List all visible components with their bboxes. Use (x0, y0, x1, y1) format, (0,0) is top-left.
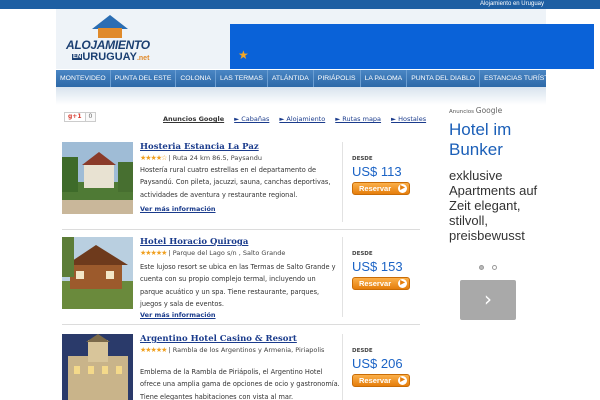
carousel-dot[interactable] (492, 265, 497, 270)
arrow-right-icon: ▶ (398, 376, 407, 385)
banner-ad[interactable]: ★ (230, 24, 594, 69)
reserve-button[interactable]: Reservar ▶ (352, 182, 410, 195)
listing-description: Este lujoso resort se ubica en las Terma… (140, 263, 336, 308)
star-icon: ★ (238, 48, 249, 62)
ad-label: Anuncios Google (449, 106, 503, 115)
listing-description: Emblema de la Rambla de Piriápolis, el A… (140, 368, 340, 400)
hotel-photo[interactable] (62, 142, 133, 214)
chevron-right-icon[interactable]: › (460, 280, 516, 320)
nav-item-atlantida[interactable]: ATLÁNTIDA (268, 70, 314, 87)
side-ad: Anuncios Google Hotel im Bunker exklusiv… (445, 105, 545, 400)
logo-line-2: ENURUGUAY.net (72, 51, 150, 63)
reserve-button[interactable]: Reservar ▶ (352, 374, 410, 387)
google-plus-count: 0 (88, 113, 93, 120)
top-bar: Alojamiento en Uruguay (0, 0, 600, 9)
ad-link-rutas-mapa[interactable]: ► Rutas mapa (335, 115, 381, 123)
listing-meta: ★★★★★ | Rambla de los Argentinos y Armen… (140, 346, 325, 354)
carousel-dots (479, 265, 497, 270)
rating-stars: ★★★★☆ (140, 154, 167, 162)
more-info-link[interactable]: Ver más información (140, 205, 216, 213)
price-from-label: DESDE (352, 156, 373, 162)
carousel-dot[interactable] (479, 265, 484, 270)
nav-item-las-termas[interactable]: LAS TERMAS (216, 70, 268, 87)
listing-card: Hotel Horacio Quiroga ★★★★★ | Parque del… (62, 237, 420, 325)
nav-item-colonia[interactable]: COLONIA (176, 70, 216, 87)
house-roof-icon (92, 15, 128, 29)
divider (342, 334, 343, 400)
arrow-right-icon: ▶ (398, 184, 407, 193)
hotel-photo[interactable] (62, 237, 133, 309)
nav-item-punta-del-este[interactable]: PUNTA DEL ESTE (111, 70, 177, 87)
header: ALOJAMIENTO ENURUGUAY.net ★ (56, 9, 594, 69)
divider (342, 237, 343, 317)
house-body-icon (98, 28, 122, 38)
top-bar-text[interactable]: Alojamiento en Uruguay (480, 1, 544, 7)
listing-title[interactable]: Argentino Hotel Casino & Resort (140, 334, 297, 344)
main-nav: MONTEVIDEO PUNTA DEL ESTE COLONIA LAS TE… (56, 70, 564, 87)
nav-item-la-paloma[interactable]: LA PALOMA (361, 70, 408, 87)
hotel-photo[interactable] (62, 334, 133, 400)
ad-headline[interactable]: Hotel im Bunker (449, 120, 544, 160)
logo-line-1: ALOJAMIENTO (66, 38, 150, 52)
site-logo[interactable]: ALOJAMIENTO ENURUGUAY.net (60, 13, 175, 68)
listing-card: Hosteria Estancia La Paz ★★★★☆ | Ruta 24… (62, 142, 420, 230)
rating-stars: ★★★★★ (140, 346, 167, 354)
divider (342, 142, 343, 222)
price: US$ 113 (352, 164, 402, 179)
nav-shadow (56, 87, 546, 105)
reserve-button[interactable]: Reservar ▶ (352, 277, 410, 290)
price: US$ 153 (352, 259, 403, 274)
nav-item-montevideo[interactable]: MONTEVIDEO (56, 70, 111, 87)
price: US$ 206 (352, 356, 403, 371)
listing-description: Hostería rural cuatro estrellas en el de… (140, 166, 331, 199)
listing-card: Argentino Hotel Casino & Resort ★★★★★ | … (62, 334, 420, 400)
listing-title[interactable]: Hosteria Estancia La Paz (140, 142, 259, 152)
arrow-right-icon: ▶ (398, 279, 407, 288)
ad-link-hostales[interactable]: ► Hostales (391, 115, 426, 123)
price-from-label: DESDE (352, 348, 373, 354)
price-from-label: DESDE (352, 251, 373, 257)
ad-body[interactable]: exklusive Apartments auf Zeit elegant, s… (449, 168, 545, 243)
nav-item-estancias[interactable]: ESTANCIAS TURÍSTICAS (480, 70, 568, 87)
nav-item-piriapolis[interactable]: PIRIÁPOLIS (314, 70, 361, 87)
ad-link-cabanas[interactable]: ► Cabañas (234, 115, 269, 123)
google-plus-label: g+1 (65, 113, 86, 121)
google-plus-button[interactable]: g+1 0 (64, 112, 97, 122)
listing-title[interactable]: Hotel Horacio Quiroga (140, 237, 248, 247)
listing-meta: ★★★★★ | Parque del Lago s/n , Salto Gran… (140, 249, 286, 257)
ad-links-bar: Anuncios Google ► Cabañas ► Alojamiento … (163, 115, 426, 123)
rating-stars: ★★★★★ (140, 249, 167, 257)
listing-meta: ★★★★☆ | Ruta 24 km 86.5, Paysandu (140, 154, 262, 162)
ad-link-alojamiento[interactable]: ► Alojamiento (279, 115, 325, 123)
more-info-link[interactable]: Ver más información (140, 311, 216, 319)
ad-links-title[interactable]: Anuncios Google (163, 115, 224, 123)
nav-item-punta-del-diablo[interactable]: PUNTA DEL DIABLO (407, 70, 481, 87)
